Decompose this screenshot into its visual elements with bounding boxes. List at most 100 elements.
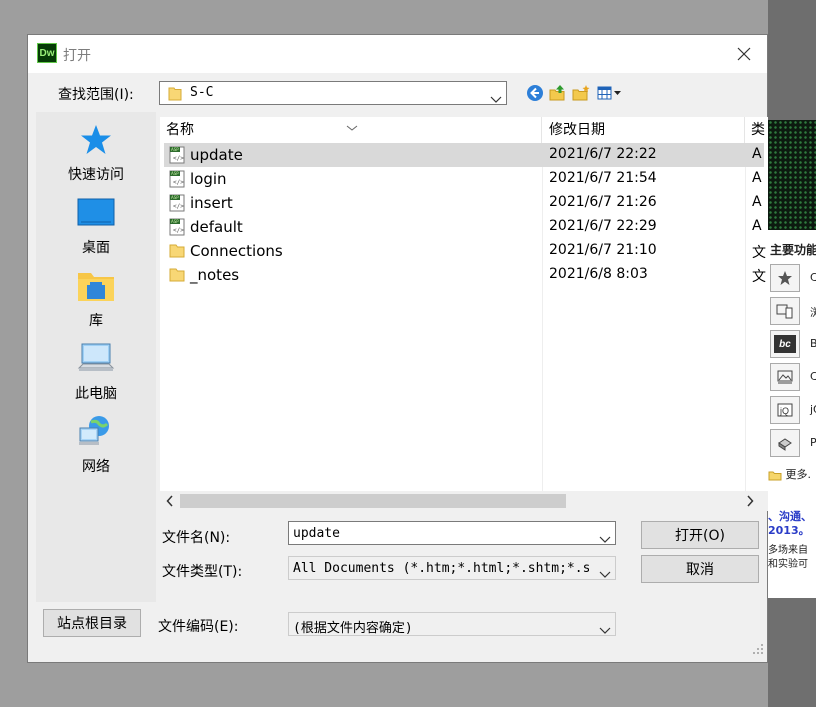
asp-file-icon: ASP </> [168,218,186,236]
place-library[interactable]: 库 [36,268,156,338]
background-app-panel: 主要功能 C 浏 bc B C jQ jQ P 更多. 、沟通、 2013。 多… [768,230,816,600]
file-row[interactable]: Connections 2021/6/7 21:10 文 [164,239,766,263]
svg-text:</>: </> [173,203,184,210]
computer-icon [76,341,116,377]
background-text-line: 多场来自 [768,545,808,556]
file-type: A [752,170,762,186]
background-app-top [768,0,816,120]
svg-text:</>: </> [173,179,184,186]
background-item-label: B [810,337,816,350]
up-folder-button[interactable] [548,83,568,103]
title-bar: Dw 打开 [28,35,767,73]
background-item-label: C [810,370,816,383]
encoding-value: (根据文件内容确定) [293,621,413,636]
background-app-lower [768,598,816,707]
scroll-right-icon[interactable] [742,493,758,509]
close-button[interactable] [728,39,760,69]
file-name: login [190,170,227,188]
place-network[interactable]: 网络 [36,414,156,484]
file-name: update [190,146,243,164]
resize-grip-icon[interactable] [752,640,764,659]
background-item-label: jQ [810,403,816,416]
up-folder-icon [549,85,565,101]
new-folder-button[interactable] [571,83,591,103]
sort-chevron-icon [346,117,358,136]
filetype-label: 文件类型(T): [162,564,243,580]
background-item-label: C [810,271,816,284]
back-button[interactable] [525,83,545,103]
column-header-modified[interactable]: 修改日期 [542,117,745,143]
cancel-button[interactable]: 取消 [641,555,759,583]
view-menu-button[interactable] [596,83,626,103]
scrollbar-thumb[interactable] [180,494,566,508]
place-this-pc[interactable]: 此电脑 [36,341,156,411]
desktop-icon [76,195,116,231]
filetype-dropdown[interactable]: All Documents (*.htm;*.html;*.shtm;*.s [288,556,616,580]
asp-file-icon: ASP </> [168,170,186,188]
place-label: 快速访问 [68,167,124,183]
place-label: 网络 [82,459,110,475]
bc-icon: bc [770,330,800,358]
file-name: Connections [190,242,283,260]
svg-text:</>: </> [173,227,184,234]
place-label: 此电脑 [75,386,117,402]
background-item-label: 浏 [810,306,816,319]
encoding-dropdown[interactable]: (根据文件内容确定) [288,612,616,636]
background-panel-title: 主要功能 [770,243,816,257]
svg-text:ASP: ASP [171,147,179,152]
file-type: A [752,146,762,162]
file-row[interactable]: _notes 2021/6/8 8:03 文 [164,263,766,287]
look-in-dropdown[interactable]: S-C [159,81,507,105]
folder-icon [168,266,186,284]
background-more-link: 更多. [768,466,811,482]
file-modified-date: 2021/6/7 21:10 [549,242,657,258]
folder-icon [768,471,782,480]
open-button[interactable]: 打开(O) [641,521,759,549]
file-type: 文 [752,245,766,261]
svg-text:</>: </> [173,155,184,162]
file-modified-date: 2021/6/7 22:22 [549,146,657,162]
site-root-button[interactable]: 站点根目录 [43,609,141,637]
file-row[interactable]: ASP </> update 2021/6/7 22:22 A [164,143,764,167]
file-modified-date: 2021/6/7 21:26 [549,194,657,210]
new-folder-icon [572,85,590,101]
horizontal-scrollbar[interactable] [160,491,768,511]
dialog-title: 打开 [63,48,91,64]
file-modified-date: 2021/6/7 22:29 [549,218,657,234]
chevron-down-icon[interactable] [599,529,611,548]
place-desktop[interactable]: 桌面 [36,195,156,265]
chevron-down-icon [599,620,611,639]
place-quick-access[interactable]: 快速访问 [36,122,156,192]
dreamweaver-logo-icon: Dw [37,43,57,63]
encoding-label: 文件编码(E): [158,619,239,635]
filetype-value: All Documents (*.htm;*.html;*.shtm;*.s [293,561,589,576]
asp-file-icon: ASP </> [168,146,186,164]
star-icon [770,264,800,292]
devices-icon [770,297,800,325]
jquery-icon: jQ [770,396,800,424]
chevron-down-icon [599,564,611,583]
file-row[interactable]: ASP </> insert 2021/6/7 21:26 A [164,191,764,215]
file-row[interactable]: ASP </> login 2021/6/7 21:54 A [164,167,764,191]
file-row[interactable]: ASP </> default 2021/6/7 22:29 A [164,215,764,239]
file-type: A [752,218,762,234]
look-in-value: S-C [190,85,214,100]
place-label: 库 [89,313,103,329]
image-icon [770,363,800,391]
look-in-label: 查找范围(I): [58,87,134,103]
star-icon [76,122,116,158]
library-icon [76,268,116,304]
background-item-label: P [810,436,816,449]
folder-icon [168,242,186,260]
printer-icon [770,429,800,457]
filename-input[interactable]: update [288,521,616,545]
scroll-left-icon[interactable] [162,493,178,509]
file-modified-date: 2021/6/7 21:54 [549,170,657,186]
svg-text:ASP: ASP [171,195,179,200]
column-header-type[interactable]: 类 [745,117,768,143]
file-name: insert [190,194,233,212]
file-list: 名称 修改日期 类 ASP </> update 2021/6/7 22:22 A ASP… [160,117,768,511]
svg-text:jQ: jQ [779,406,789,416]
svg-text:ASP: ASP [171,219,179,224]
file-name: default [190,218,243,236]
